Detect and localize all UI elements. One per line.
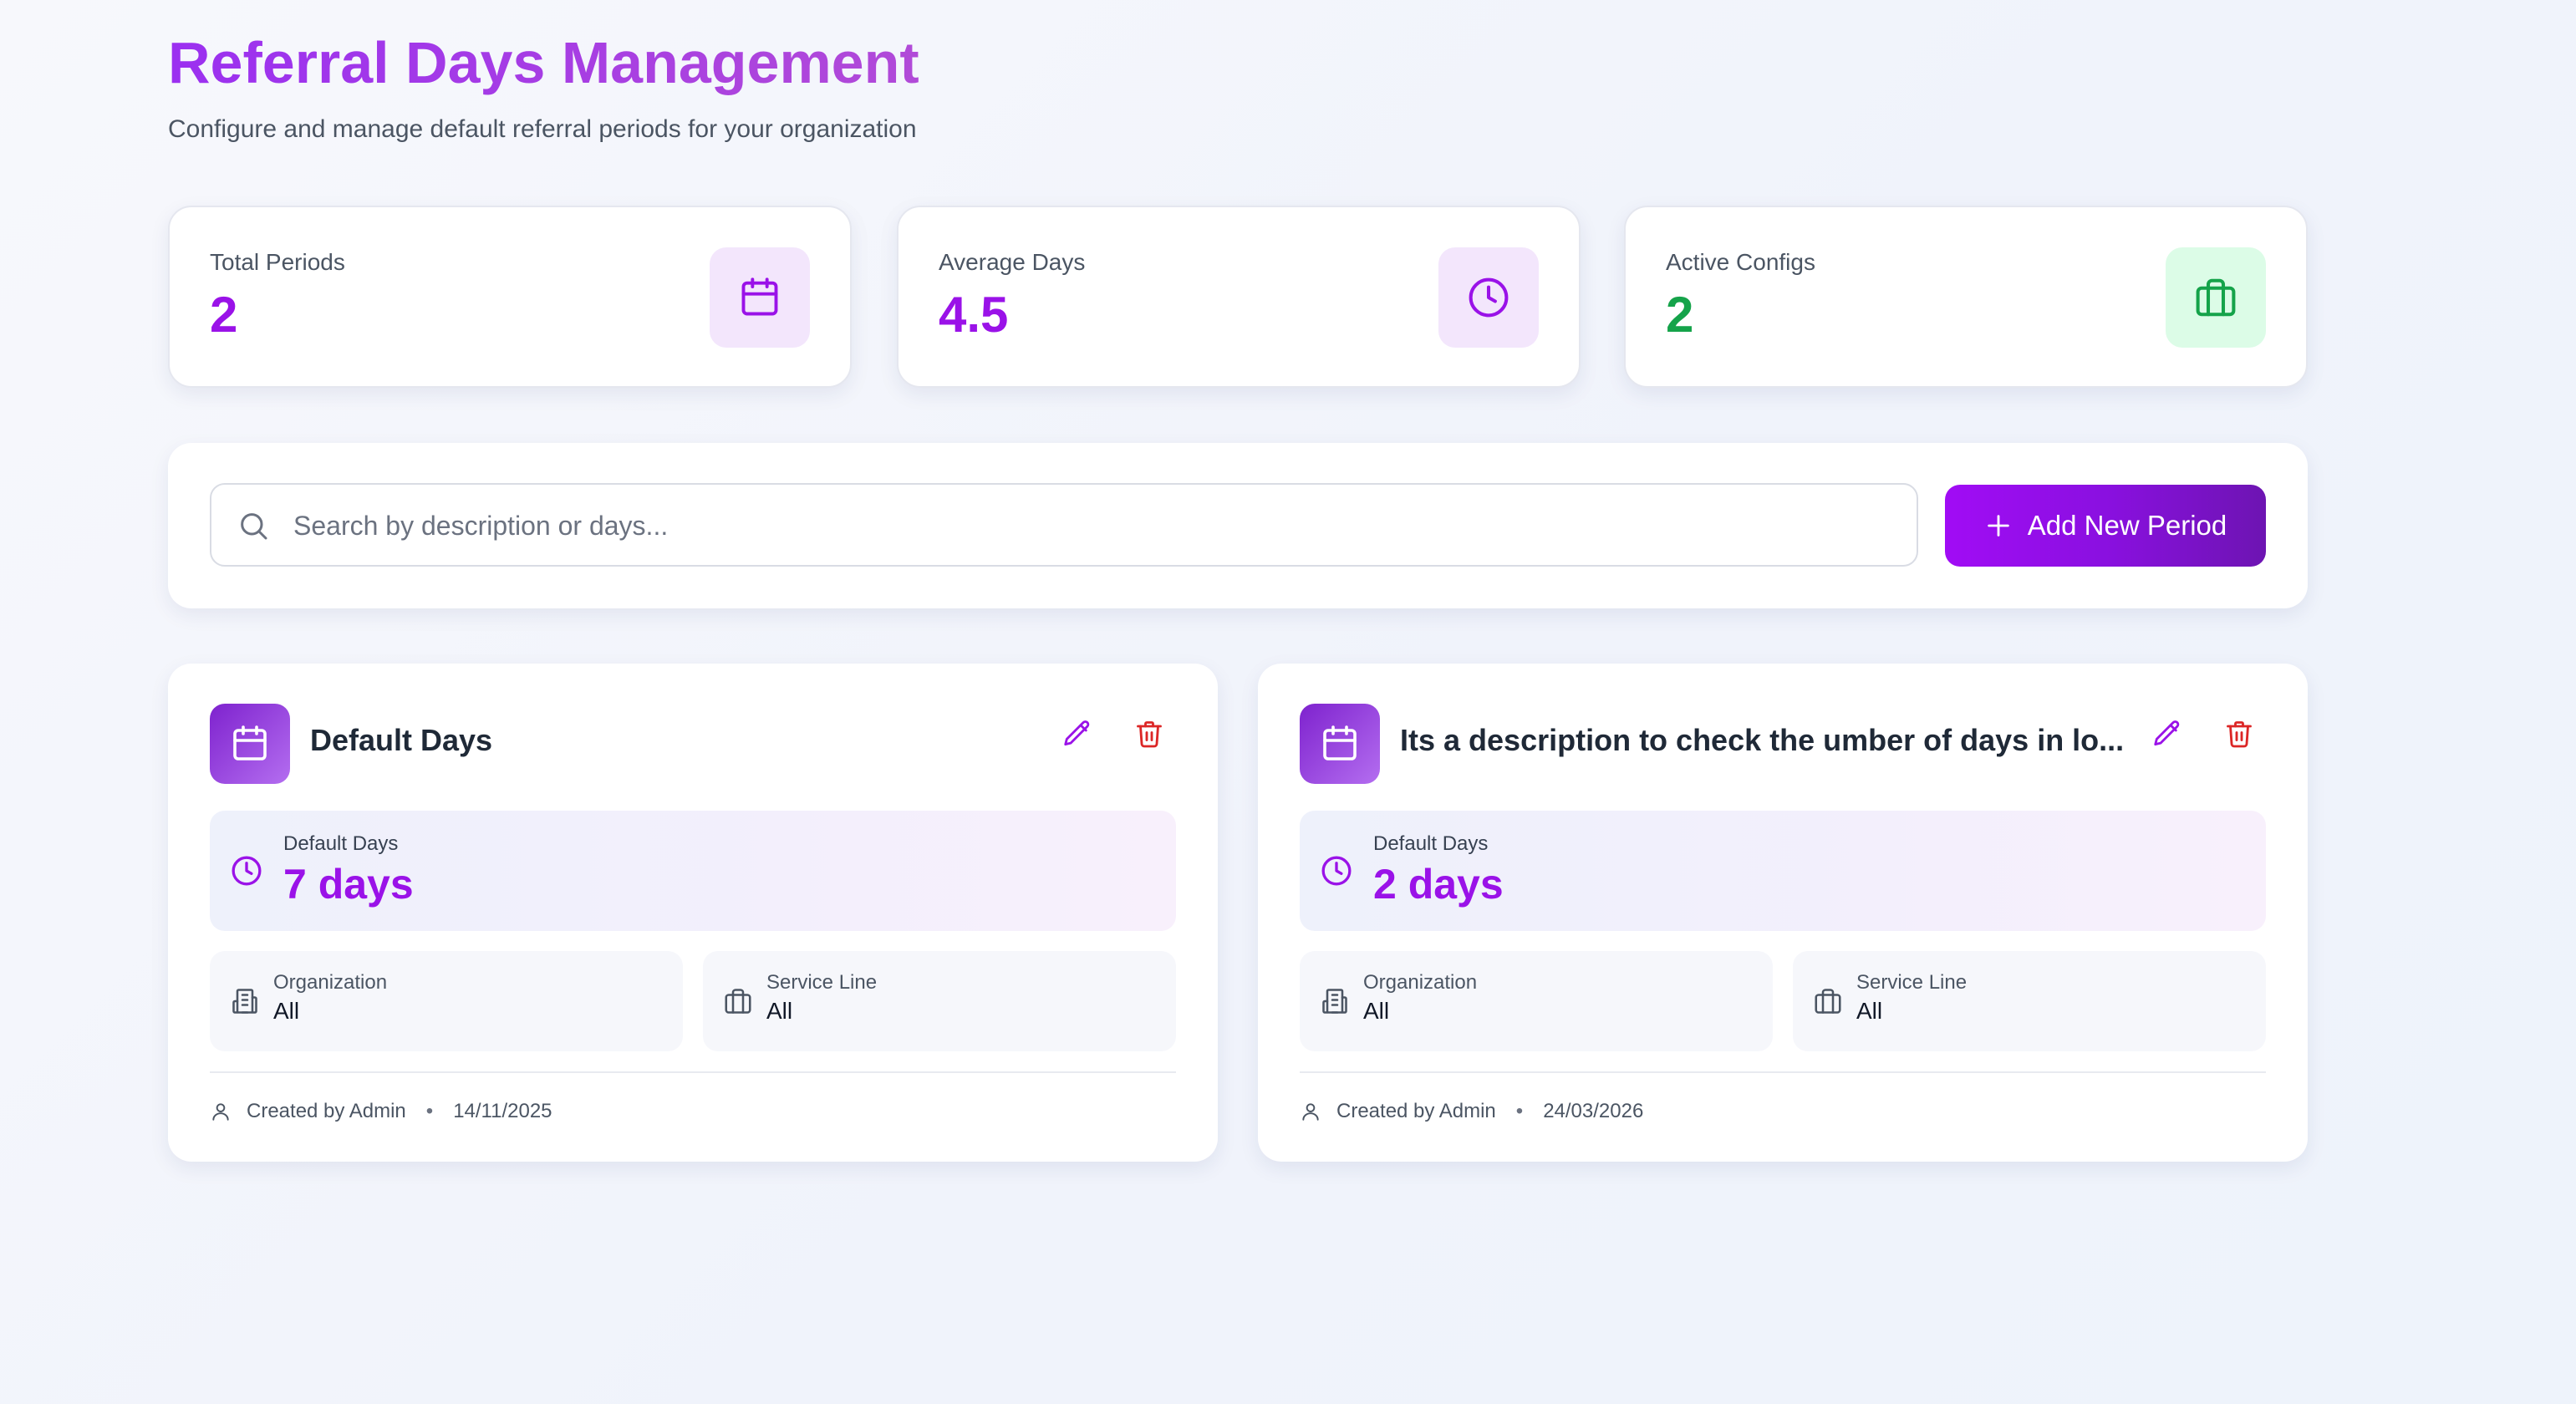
add-new-period-label: Add New Period xyxy=(2027,510,2227,541)
briefcase-icon xyxy=(723,986,753,1016)
organization-label: Organization xyxy=(273,971,388,994)
clock-icon xyxy=(230,854,263,888)
edit-button[interactable] xyxy=(1054,710,1101,757)
delete-button[interactable] xyxy=(1126,710,1173,757)
days-value: 2 days xyxy=(1373,861,1504,908)
service-line-label: Service Line xyxy=(1856,971,1968,994)
period-title: Its a description to check the umber of … xyxy=(1400,723,2125,757)
service-line-value: All xyxy=(766,998,793,1024)
created-date: 14/11/2025 xyxy=(453,1100,552,1122)
search-panel: Add New Period xyxy=(168,443,2308,608)
stat-value: 2 xyxy=(210,287,238,343)
footer-separator: • xyxy=(425,1100,434,1122)
organization-value: All xyxy=(1363,998,1390,1024)
card-divider xyxy=(1300,1071,2266,1073)
organization-value: All xyxy=(273,998,300,1024)
trash-icon xyxy=(1137,721,1162,748)
pencil-icon xyxy=(2154,720,2180,746)
calendar-icon xyxy=(210,704,290,784)
service-line-box: Service Line All xyxy=(1793,951,2266,1051)
created-by: Created by Admin xyxy=(247,1100,406,1122)
stat-value: 4.5 xyxy=(939,287,1009,343)
clock-icon xyxy=(1320,854,1353,888)
stat-card-active-configs: Active Configs 2 xyxy=(1624,206,2308,388)
days-label: Default Days xyxy=(1373,832,1489,855)
stat-label: Total Periods xyxy=(210,249,345,275)
card-footer: Created by Admin • 24/03/2026 xyxy=(1300,1095,1643,1128)
service-line-value: All xyxy=(1856,998,1883,1024)
edit-button[interactable] xyxy=(2144,710,2191,757)
search-icon xyxy=(237,509,270,542)
period-card: Default Days Default Days 7 days Organiz… xyxy=(168,664,1218,1162)
card-divider xyxy=(210,1071,1176,1073)
user-icon xyxy=(1302,1103,1319,1121)
stat-label: Average Days xyxy=(939,249,1086,275)
default-days-box: Default Days 7 days xyxy=(210,811,1176,931)
organization-box: Organization All xyxy=(1300,951,1773,1051)
days-value: 7 days xyxy=(283,861,414,908)
pencil-icon xyxy=(1064,720,1090,746)
footer-separator: • xyxy=(1515,1100,1524,1122)
service-line-label: Service Line xyxy=(766,971,878,994)
stat-card-average-days: Average Days 4.5 xyxy=(897,206,1581,388)
organization-box: Organization All xyxy=(210,951,683,1051)
page-title: Referral Days Management xyxy=(168,30,919,95)
created-by: Created by Admin xyxy=(1336,1100,1496,1122)
stat-value: 2 xyxy=(1666,287,1694,343)
search-input[interactable] xyxy=(292,493,1900,558)
briefcase-icon xyxy=(1813,986,1843,1016)
calendar-icon xyxy=(1300,704,1380,784)
stat-card-total-periods: Total Periods 2 xyxy=(168,206,852,388)
briefcase-icon xyxy=(2166,247,2266,348)
service-line-box: Service Line All xyxy=(703,951,1176,1051)
stat-label: Active Configs xyxy=(1666,249,1815,275)
created-date: 24/03/2026 xyxy=(1543,1100,1644,1122)
building-icon xyxy=(1320,986,1350,1016)
default-days-box: Default Days 2 days xyxy=(1300,811,2266,931)
building-icon xyxy=(230,986,260,1016)
period-title: Default Days xyxy=(310,723,493,757)
card-footer: Created by Admin • 14/11/2025 xyxy=(210,1095,552,1128)
trash-icon xyxy=(2227,721,2252,748)
calendar-icon xyxy=(710,247,810,348)
period-card: Its a description to check the umber of … xyxy=(1258,664,2308,1162)
delete-button[interactable] xyxy=(2216,710,2263,757)
clock-icon xyxy=(1438,247,1539,348)
search-box[interactable] xyxy=(210,483,1918,567)
days-label: Default Days xyxy=(283,832,399,855)
plus-icon xyxy=(1988,515,2009,537)
user-icon xyxy=(212,1103,229,1121)
organization-label: Organization xyxy=(1363,971,1478,994)
add-new-period-button[interactable]: Add New Period xyxy=(1945,485,2266,567)
page-subtitle: Configure and manage default referral pe… xyxy=(168,115,917,143)
